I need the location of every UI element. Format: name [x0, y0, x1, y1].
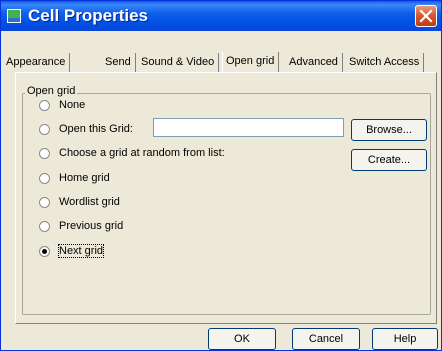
radio-label: Choose a grid at random from list: — [59, 147, 225, 159]
grid-name-input[interactable] — [153, 118, 344, 137]
radio-label: Next grid — [57, 244, 105, 258]
radio-label: Wordlist grid — [59, 196, 120, 208]
radio-button[interactable] — [39, 124, 50, 135]
radio-button[interactable] — [39, 246, 50, 257]
radio-label: Open this Grid: — [59, 123, 133, 135]
radio-button[interactable] — [39, 100, 50, 111]
tab-appearance[interactable]: Appearance — [3, 53, 71, 72]
tab-send[interactable]: Send — [102, 53, 136, 72]
app-icon — [7, 9, 21, 23]
radio-button[interactable] — [39, 148, 50, 159]
help-button[interactable]: Help — [372, 328, 438, 350]
radio-selected-dot — [42, 249, 47, 254]
cancel-button[interactable]: Cancel — [292, 328, 360, 350]
window-title: Cell Properties — [28, 6, 148, 25]
radio-label: Home grid — [59, 172, 110, 184]
radio-button[interactable] — [39, 197, 50, 208]
tab-advanced[interactable]: Advanced — [286, 53, 343, 72]
tab-switch-access[interactable]: Switch Access — [346, 53, 425, 72]
title-bar[interactable]: Cell Properties — [1, 1, 441, 31]
close-button[interactable] — [415, 5, 437, 27]
cell-properties-dialog: Cell Properties Appearance Send Sound & … — [0, 0, 442, 351]
tab-sound-video[interactable]: Sound & Video — [138, 53, 220, 72]
close-icon — [419, 9, 433, 23]
radio-label: Previous grid — [59, 220, 124, 232]
group-title: Open grid — [25, 85, 78, 97]
browse-button[interactable]: Browse... — [351, 119, 427, 141]
radio-button[interactable] — [39, 221, 50, 232]
create-button[interactable]: Create... — [351, 149, 427, 171]
dialog-footer: OK Cancel Help — [1, 326, 441, 350]
radio-label: None — [59, 99, 86, 111]
tab-open-grid[interactable]: Open grid — [222, 52, 280, 73]
ok-button[interactable]: OK — [208, 328, 276, 350]
radio-button[interactable] — [39, 173, 50, 184]
tab-strip: Appearance Send Sound & Video Open grid … — [1, 31, 441, 73]
